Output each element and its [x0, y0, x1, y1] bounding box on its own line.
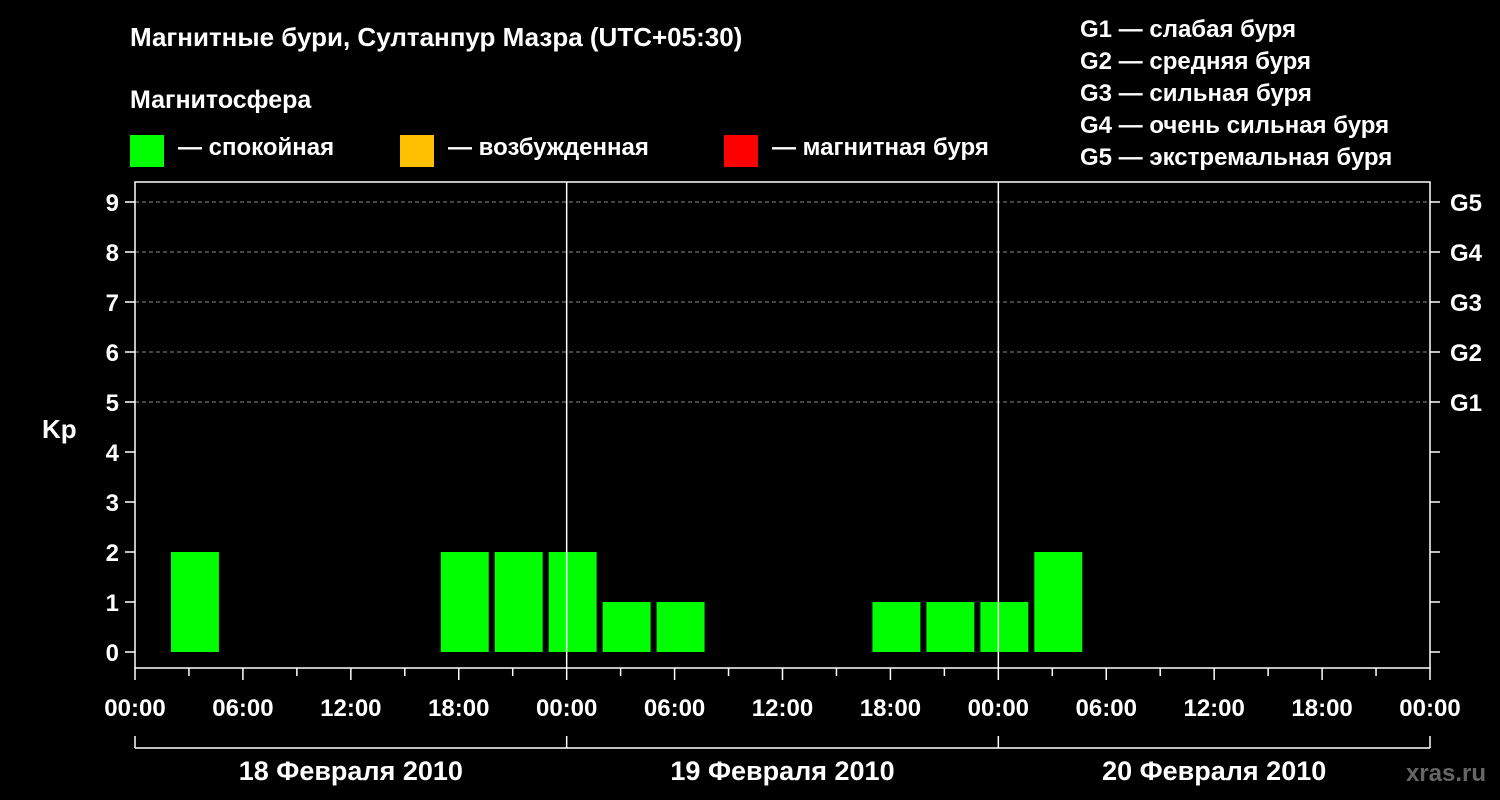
- x-tick-label: 12:00: [1183, 695, 1244, 722]
- legend-swatch-storm: [724, 135, 758, 167]
- watermark: xras.ru: [1405, 760, 1486, 787]
- kp-bar: [440, 552, 489, 652]
- y-tick-label: 5: [106, 390, 119, 417]
- g-scale-item-g3: G3 — сильная буря: [1080, 80, 1312, 107]
- y-tick-label: 3: [106, 490, 119, 517]
- y-tick-label: 1: [106, 590, 119, 617]
- kp-bar: [872, 602, 921, 652]
- kp-bar: [494, 552, 543, 652]
- day-label: 19 Февраля 2010: [670, 756, 894, 786]
- x-tick-label: 18:00: [860, 695, 921, 722]
- x-tick-label: 06:00: [1076, 695, 1137, 722]
- g-axis-label: G3: [1450, 290, 1482, 317]
- day-label: 18 Февраля 2010: [239, 756, 463, 786]
- g-axis-label: G4: [1450, 240, 1483, 267]
- x-tick-label: 06:00: [212, 695, 273, 722]
- kp-bar: [548, 552, 597, 652]
- g-scale-item-g4: G4 — очень сильная буря: [1080, 112, 1390, 139]
- kp-bar: [656, 602, 705, 652]
- legend-swatch-active: [400, 135, 434, 167]
- g-axis-label: G5: [1450, 190, 1482, 217]
- x-tick-label: 00:00: [536, 695, 597, 722]
- g-scale-item-g5: G5 — экстремальная буря: [1080, 144, 1393, 171]
- y-tick-label: 6: [106, 340, 119, 367]
- y-tick-label: 9: [106, 190, 119, 217]
- legend-label-quiet: — спокойная: [178, 134, 335, 161]
- y-tick-label: 7: [106, 290, 119, 317]
- day-label: 20 Февраля 2010: [1102, 756, 1326, 786]
- chart-title: Магнитные бури, Султанпур Мазра (UTC+05:…: [130, 22, 743, 52]
- x-tick-label: 12:00: [320, 695, 381, 722]
- y-tick-label: 2: [106, 540, 119, 567]
- legend-label-active: — возбужденная: [448, 134, 649, 161]
- x-tick-label: 00:00: [104, 695, 165, 722]
- x-tick-label: 18:00: [1291, 695, 1352, 722]
- x-tick-label: 06:00: [644, 695, 705, 722]
- g-axis-label: G2: [1450, 340, 1482, 367]
- y-tick-label: 0: [106, 640, 119, 667]
- kp-bar: [1034, 552, 1083, 652]
- kp-bar: [980, 602, 1029, 652]
- plot-frame: [134, 181, 1431, 669]
- y-tick-label: 8: [106, 240, 119, 267]
- kp-bar: [170, 552, 219, 652]
- legend-swatch-quiet: [130, 135, 164, 167]
- g-scale-item-g1: G1 — слабая буря: [1080, 16, 1297, 43]
- x-tick-label: 00:00: [968, 695, 1029, 722]
- g-axis-label: G1: [1450, 390, 1482, 417]
- x-tick-label: 18:00: [428, 695, 489, 722]
- kp-bar: [926, 602, 975, 652]
- y-tick-label: 4: [106, 440, 120, 467]
- y-axis-title: Kp: [42, 414, 77, 444]
- g-scale-item-g2: G2 — средняя буря: [1080, 48, 1311, 75]
- kp-bar: [602, 602, 651, 652]
- legend-label-storm: — магнитная буря: [772, 134, 989, 161]
- magnetosphere-label: Магнитосфера: [130, 86, 312, 114]
- x-tick-label: 12:00: [752, 695, 813, 722]
- x-tick-label: 00:00: [1399, 695, 1460, 722]
